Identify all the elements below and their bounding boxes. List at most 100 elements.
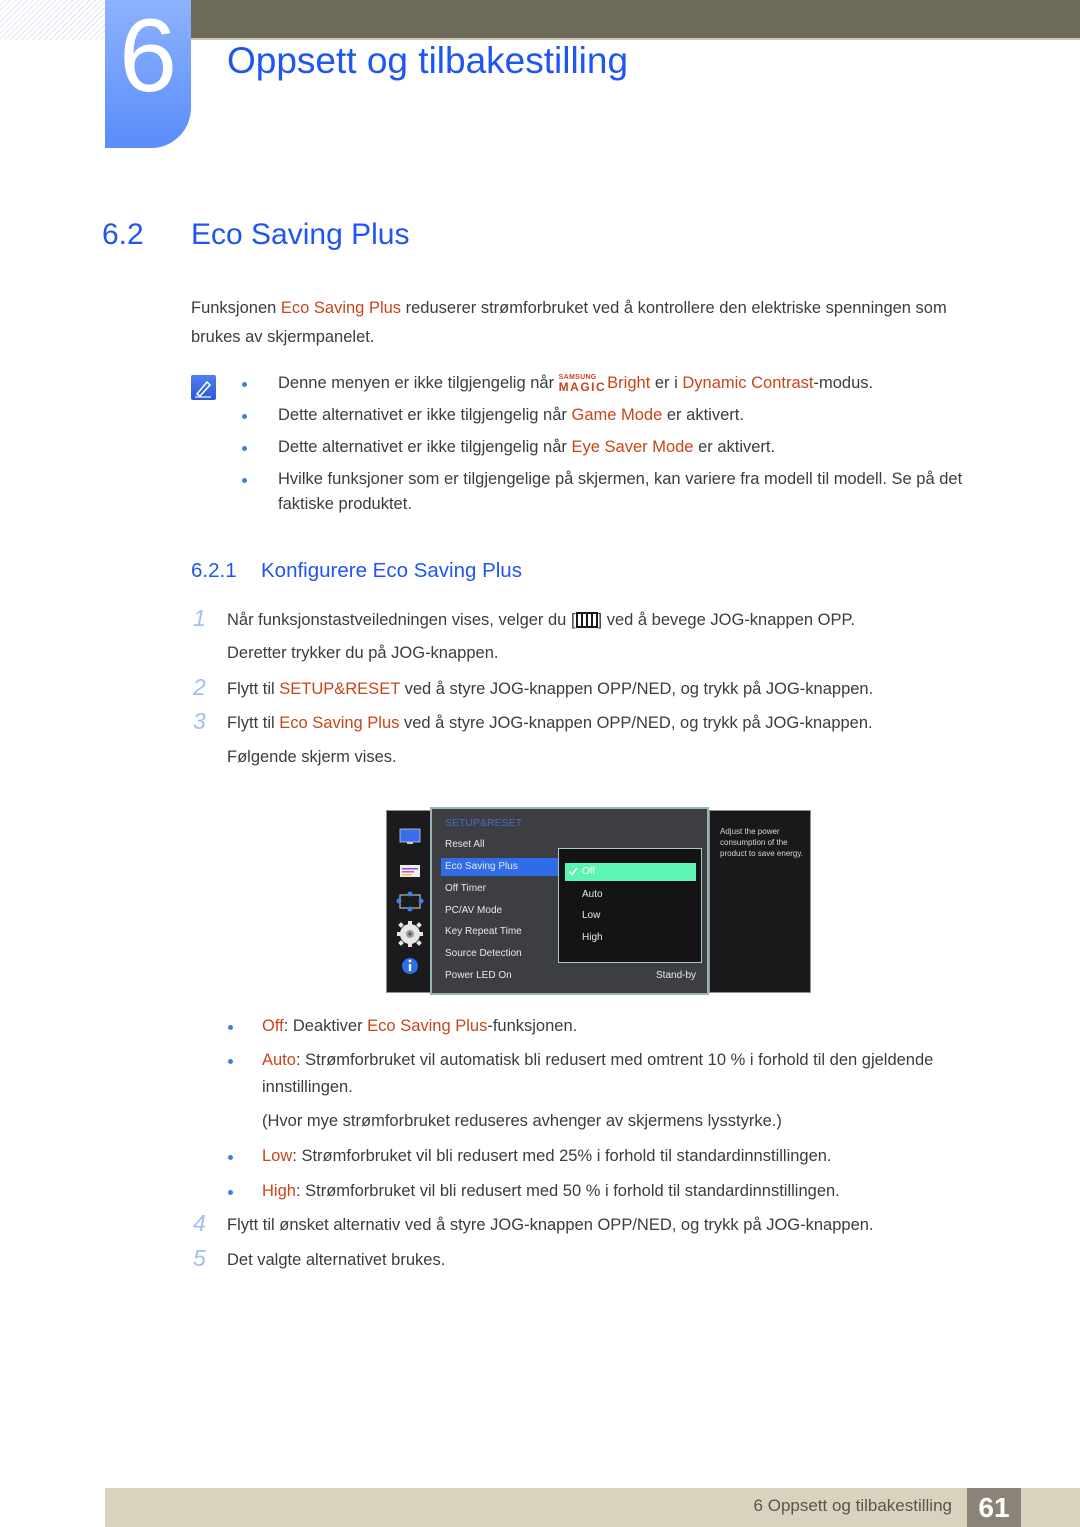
bullet xyxy=(242,446,247,451)
option-text: : Strømforbruket vil automatisk bli redu… xyxy=(295,1051,934,1069)
osd-menu-item[interactable]: Reset All xyxy=(445,839,484,850)
osd-power-led-value: Stand-by xyxy=(656,970,697,981)
note-highlight: Dynamic Contrast xyxy=(682,374,814,392)
bullet xyxy=(228,1155,233,1160)
intro-highlight: Eco Saving Plus xyxy=(280,299,402,317)
osd-option-selected[interactable]: Off xyxy=(582,866,595,877)
note-text: er aktivert. xyxy=(693,438,776,456)
note-pencil-icon xyxy=(191,375,216,400)
chapter-title: Oppsett og tilbakestilling xyxy=(227,40,629,81)
option-text: : Strømforbruket vil bli redusert med 25… xyxy=(292,1147,832,1165)
osd-menu-item[interactable]: Key Repeat Time xyxy=(445,926,522,937)
step-3-line-1: Flytt til Eco Saving Plus ved å styre JO… xyxy=(227,714,873,733)
header-decoration xyxy=(0,0,105,40)
note-text: Dette alternativet er ikke tilgjengelig … xyxy=(278,438,572,456)
option-label: Auto xyxy=(262,1051,296,1069)
osd-menu-item[interactable]: Off Timer xyxy=(445,883,486,894)
step-1-line-2: Deretter trykker du på JOG-knappen. xyxy=(227,644,499,662)
page-number: 61 xyxy=(967,1488,1021,1527)
step-text: Flytt til xyxy=(227,680,280,698)
note-item-4-line-1: Hvilke funksjoner som er tilgjengelige p… xyxy=(278,470,963,488)
note-text: -modus. xyxy=(813,374,874,392)
checkmark-icon xyxy=(568,867,578,876)
osd-option[interactable]: Auto xyxy=(582,889,603,900)
osd-menu-item[interactable]: Power LED On xyxy=(445,970,512,981)
samsung-magic-logo: SAMSUNG MAGIC xyxy=(559,374,607,393)
osd-menu-item-selected[interactable]: Eco Saving Plus xyxy=(445,861,518,872)
intro-text: reduserer strømforbruket ved å kontrolle… xyxy=(401,299,947,317)
subsection-number: 6.2.1 xyxy=(191,559,237,582)
osd-menu-panel: SETUP&RESET Reset All Eco Saving Plus Of… xyxy=(430,807,709,995)
osd-options-popup: Off Auto Low High xyxy=(558,848,702,963)
osd-menu-item[interactable]: PC/AV Mode xyxy=(445,905,502,916)
osd-side-icons xyxy=(396,828,424,974)
gear-icon xyxy=(397,921,423,947)
note-text: er i xyxy=(650,374,683,392)
note-item-4-line-2: faktiske produktet. xyxy=(278,495,412,513)
note-text: Denne menyen er ikke tilgjengelig når xyxy=(278,374,559,392)
step-1-line-1: Når funksjonstastveiledningen vises, vel… xyxy=(227,611,855,630)
step-number: 2 xyxy=(193,674,206,700)
osd-help-panel: Adjust the power consumption of the prod… xyxy=(709,810,811,993)
step-number: 5 xyxy=(193,1245,206,1271)
intro-line-1: Funksjonen Eco Saving Plus reduserer str… xyxy=(191,299,947,318)
header-bar xyxy=(190,0,1080,40)
intro-text: Funksjonen xyxy=(191,299,281,317)
osd-option[interactable]: Low xyxy=(582,910,600,921)
note-text: Dette alternativet er ikke tilgjengelig … xyxy=(278,406,572,424)
note-text: er aktivert. xyxy=(662,406,744,424)
monitor-icon xyxy=(399,828,421,844)
note-highlight: Game Mode xyxy=(571,406,663,424)
note-item-2: Dette alternativet er ikke tilgjengelig … xyxy=(278,406,744,425)
step-highlight: Eco Saving Plus xyxy=(279,714,400,732)
step-text: ] ved å bevege JOG-knappen OPP. xyxy=(597,611,855,629)
magic-bottom: MAGIC xyxy=(558,380,607,394)
position-icon xyxy=(396,891,424,912)
page-footer: 6 Oppsett og tilbakestilling 61 xyxy=(105,1488,1080,1527)
subsection-title: Konfigurere Eco Saving Plus xyxy=(261,559,522,582)
option-desc-auto-line-2: innstillingen. xyxy=(262,1078,353,1096)
osd-option[interactable]: High xyxy=(582,932,603,943)
option-label: High xyxy=(262,1182,296,1200)
note-highlight: Eye Saver Mode xyxy=(571,438,694,456)
option-desc-off: Off: Deaktiver Eco Saving Plus-funksjone… xyxy=(262,1017,577,1036)
chapter-number: 6 xyxy=(119,0,177,114)
option-desc-low: Low: Strømforbruket vil bli redusert med… xyxy=(262,1147,832,1166)
bullet xyxy=(242,478,247,483)
osd-help-text: Adjust the power consumption of the prod… xyxy=(720,827,804,858)
step-number: 3 xyxy=(193,708,206,734)
osd-menu-item[interactable]: Source Detection xyxy=(445,948,522,959)
section-number: 6.2 xyxy=(102,218,144,251)
step-text: ved å styre JOG-knappen OPP/NED, og tryk… xyxy=(399,714,873,732)
picture-settings-icon xyxy=(400,865,420,877)
option-text: -funksjonen. xyxy=(487,1017,578,1035)
bullet xyxy=(228,1059,233,1064)
option-text: : Deaktiver xyxy=(283,1017,368,1035)
osd-menu-title: SETUP&RESET xyxy=(445,817,523,829)
intro-line-2: brukes av skjermpanelet. xyxy=(191,328,375,346)
info-icon xyxy=(402,958,418,974)
footer-chapter-label: 6 Oppsett og tilbakestilling xyxy=(753,1496,952,1515)
step-text: Flytt til xyxy=(227,714,280,732)
menu-icon xyxy=(575,612,598,628)
step-text: Når funksjonstastveiledningen vises, vel… xyxy=(227,611,576,629)
step-number: 4 xyxy=(193,1210,206,1236)
chapter-tab: 6 xyxy=(105,0,191,148)
bullet xyxy=(228,1025,233,1030)
section-title: Eco Saving Plus xyxy=(191,218,410,251)
bullet xyxy=(228,1190,233,1195)
note-item-1: Denne menyen er ikke tilgjengelig når SA… xyxy=(278,374,873,393)
note-highlight: Bright xyxy=(607,374,651,392)
note-item-3: Dette alternativet er ikke tilgjengelig … xyxy=(278,438,775,457)
step-highlight: SETUP&RESET xyxy=(279,680,400,698)
option-desc-auto-note: (Hvor mye strømforbruket reduseres avhen… xyxy=(262,1112,782,1130)
bullet xyxy=(242,414,247,419)
option-desc-auto: Auto: Strømforbruket vil automatisk bli … xyxy=(262,1051,933,1070)
step-5: Det valgte alternativet brukes. xyxy=(227,1251,446,1269)
option-desc-high: High: Strømforbruket vil bli redusert me… xyxy=(262,1182,840,1201)
option-label: Low xyxy=(262,1147,293,1165)
step-4: Flytt til ønsket alternativ ved å styre … xyxy=(227,1216,874,1234)
osd-icon-column xyxy=(386,810,433,993)
bullet xyxy=(242,382,247,387)
step-number: 1 xyxy=(193,605,206,631)
